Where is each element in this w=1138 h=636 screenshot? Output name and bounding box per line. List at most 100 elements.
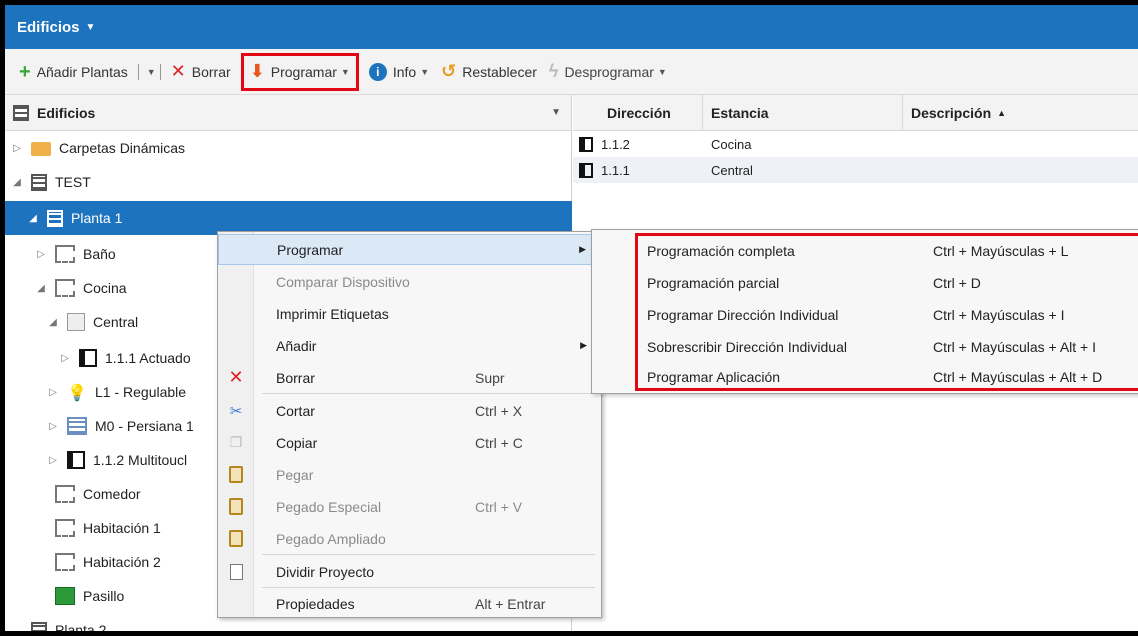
tree-item-label: M0 - Persiana 1 xyxy=(95,418,194,434)
submenu-item-shortcut: Ctrl + Mayúsculas + I xyxy=(933,307,1065,323)
cell-address: 1.1.2 xyxy=(601,136,630,152)
tree-item-label: Planta 2 xyxy=(55,622,107,636)
menu-item-add[interactable]: Añadir ▶ xyxy=(218,330,601,361)
hallway-icon xyxy=(55,587,75,605)
menu-item-label: Pegado Especial xyxy=(276,498,382,515)
chevron-down-icon[interactable]: ▼ xyxy=(551,107,561,118)
expand-arrow-icon[interactable]: ▷ xyxy=(59,353,71,364)
menu-item-copy[interactable]: ❐ Copiar Ctrl + C xyxy=(218,427,601,458)
submenu-item-label: Programar Dirección Individual xyxy=(647,307,839,323)
tree-item-label: TEST xyxy=(55,174,91,190)
menu-item-label: Imprimir Etiquetas xyxy=(276,305,389,322)
menu-item-properties[interactable]: Propiedades Alt + Entrar xyxy=(218,588,601,619)
expand-arrow-icon[interactable]: ▷ xyxy=(47,387,59,398)
menu-item-label: Dividir Proyecto xyxy=(276,563,375,580)
menu-item-compare-device[interactable]: Comparar Dispositivo xyxy=(218,266,601,297)
cell-room: Cocina xyxy=(711,136,752,152)
info-label: Info xyxy=(392,63,417,80)
collapse-arrow-icon[interactable]: ◢ xyxy=(35,283,47,294)
info-icon: i xyxy=(368,62,387,81)
program-submenu: Programación completa Ctrl + Mayúsculas … xyxy=(591,229,1138,394)
add-floors-label: Añadir Plantas xyxy=(36,63,128,80)
chevron-down-icon[interactable]: ▼ xyxy=(147,67,156,77)
submenu-item-shortcut: Ctrl + Mayúsculas + Alt + D xyxy=(933,369,1103,385)
panel-title-bar[interactable]: Edificios ▼ xyxy=(5,5,1138,49)
menu-item-shortcut: Supr xyxy=(475,369,505,386)
menu-item-label: Propiedades xyxy=(276,595,355,612)
chevron-down-icon[interactable]: ▼ xyxy=(341,67,350,77)
menu-item-print-labels[interactable]: Imprimir Etiquetas xyxy=(218,298,601,329)
distribution-board-icon xyxy=(67,313,85,331)
building-icon xyxy=(31,173,47,191)
submenu-item-program-individual-address[interactable]: Programar Dirección Individual Ctrl + Ma… xyxy=(592,299,1138,331)
chevron-down-icon[interactable]: ▼ xyxy=(420,67,429,77)
menu-item-shortcut: Ctrl + V xyxy=(475,498,523,515)
reset-button[interactable]: ↺ Restablecer xyxy=(435,57,543,87)
delete-button[interactable]: ✕ Borrar xyxy=(165,57,237,87)
menu-item-paste-special[interactable]: Pegado Especial Ctrl + V xyxy=(218,491,601,522)
expand-arrow-icon[interactable]: ▷ xyxy=(47,455,59,466)
light-bulb-icon: 💡 xyxy=(67,385,87,402)
delete-label: Borrar xyxy=(191,63,231,80)
menu-item-cut[interactable]: ✂ Cortar Ctrl + X xyxy=(218,395,601,426)
menu-item-label: Copiar xyxy=(276,434,318,451)
collapse-arrow-icon[interactable]: ◢ xyxy=(47,317,59,328)
column-header-description[interactable]: Descripción ▲ xyxy=(903,95,1138,131)
submenu-item-full-programming[interactable]: Programación completa Ctrl + Mayúsculas … xyxy=(592,235,1138,267)
table-row[interactable]: 1.1.1 Central xyxy=(573,157,1138,183)
device-icon xyxy=(67,451,85,469)
tree-item-label: Comedor xyxy=(83,486,141,502)
expand-arrow-icon[interactable]: ▷ xyxy=(47,421,59,432)
column-header-room[interactable]: Estancia xyxy=(703,94,903,131)
chevron-down-icon[interactable]: ▼ xyxy=(86,22,96,33)
tree-item-label: Cocina xyxy=(83,280,127,296)
submenu-arrow-icon: ▶ xyxy=(579,244,586,254)
tree-item-label: Habitación 1 xyxy=(83,520,161,536)
tree-item-label: Baño xyxy=(83,246,116,262)
tree-item-test[interactable]: ◢ TEST xyxy=(5,165,572,199)
menu-item-delete[interactable]: ✕ Borrar Supr xyxy=(218,362,601,393)
tree-item-label: Central xyxy=(93,314,139,330)
reset-label: Restablecer xyxy=(462,63,537,80)
app-window: Edificios ▼ + Añadir Plantas ▼ ✕ Borrar … xyxy=(0,0,1138,636)
submenu-item-program-application[interactable]: Programar Aplicación Ctrl + Mayúsculas +… xyxy=(592,361,1138,393)
tree-item-label: Carpetas Dinámicas xyxy=(59,140,186,156)
clipboard-icon xyxy=(218,466,254,483)
submenu-item-overwrite-individual-address[interactable]: Sobrescribir Dirección Individual Ctrl +… xyxy=(592,331,1138,363)
tree-header[interactable]: Edificios ▼ xyxy=(5,95,571,131)
info-button[interactable]: i Info ▼ xyxy=(363,57,435,87)
column-header-address[interactable]: Dirección xyxy=(599,94,703,131)
copy-icon: ❐ xyxy=(229,434,243,450)
floor-icon xyxy=(31,621,47,631)
menu-item-paste-extended[interactable]: Pegado Ampliado xyxy=(218,523,601,554)
tree-item-floor-1[interactable]: ◢ Planta 1 xyxy=(5,201,572,235)
room-icon xyxy=(55,485,75,503)
plus-icon: + xyxy=(19,60,31,83)
toolbar: + Añadir Plantas ▼ ✕ Borrar ⬇ Programar … xyxy=(5,49,1138,95)
building-icon xyxy=(13,104,29,121)
folder-icon xyxy=(31,142,51,156)
menu-item-shortcut: Alt + Entrar xyxy=(475,595,546,612)
submenu-item-partial-programming[interactable]: Programación parcial Ctrl + D xyxy=(592,267,1138,299)
device-icon xyxy=(579,136,593,152)
collapse-arrow-icon[interactable]: ◢ xyxy=(27,213,39,224)
collapse-arrow-icon[interactable]: ◢ xyxy=(11,177,23,188)
menu-item-split-project[interactable]: Dividir Proyecto xyxy=(218,556,601,587)
cell-room: Central xyxy=(711,162,753,178)
menu-item-program[interactable]: Programar ▶ xyxy=(218,234,601,265)
expand-arrow-icon[interactable]: ▷ xyxy=(35,249,47,260)
add-floors-button[interactable]: + Añadir Plantas xyxy=(13,57,134,87)
column-header-icon[interactable] xyxy=(573,95,599,131)
program-label: Programar xyxy=(270,63,337,80)
submenu-item-label: Programación parcial xyxy=(647,275,780,291)
toolbar-divider xyxy=(159,63,161,80)
expand-arrow-icon[interactable]: ▷ xyxy=(11,143,23,154)
unprogram-button[interactable]: ϟ Desprogramar ▼ xyxy=(543,57,673,87)
column-label: Descripción xyxy=(911,104,992,121)
tree-item-dynamic-folders[interactable]: ▷ Carpetas Dinámicas xyxy=(5,131,572,165)
chevron-down-icon[interactable]: ▼ xyxy=(658,67,667,77)
menu-item-paste[interactable]: Pegar xyxy=(218,459,601,490)
clipboard-icon xyxy=(218,498,254,515)
table-row[interactable]: 1.1.2 Cocina xyxy=(573,131,1138,157)
program-button[interactable]: ⬇ Programar ▼ xyxy=(240,52,359,91)
